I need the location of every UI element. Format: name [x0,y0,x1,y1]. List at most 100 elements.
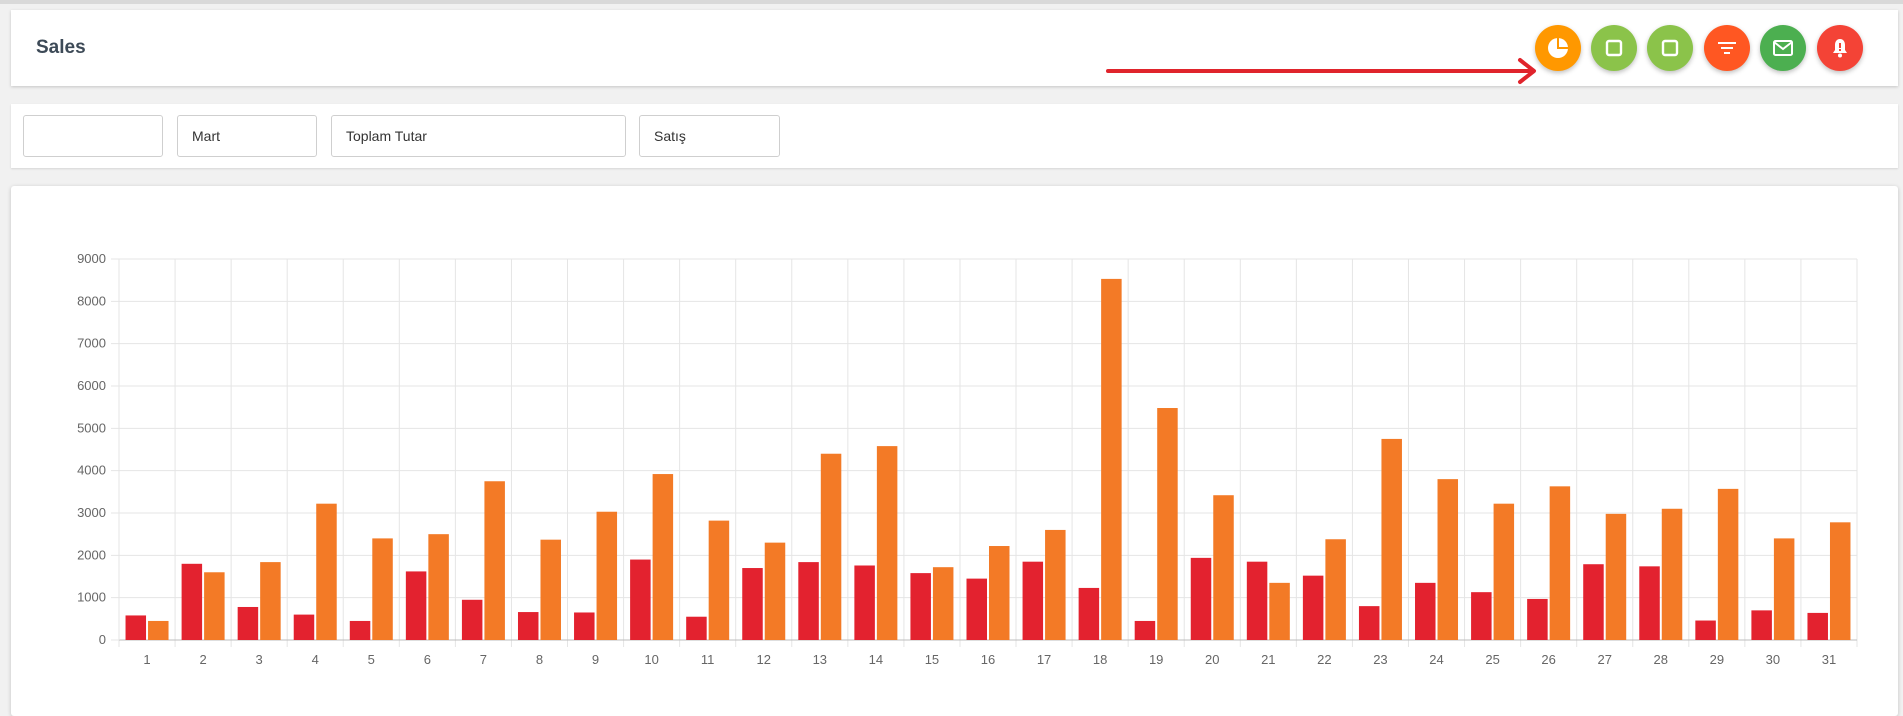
bar-series-2 [1325,539,1346,640]
x-tick-label: 9 [592,652,599,667]
x-tick-label: 17 [1037,652,1051,667]
bar-series-2 [1829,522,1851,640]
bell-alert-icon [1833,39,1847,58]
bar-series-2 [1045,529,1066,640]
bar-series-2 [484,481,505,640]
y-tick-label: 7000 [77,336,106,351]
bar-series-2 [1605,513,1627,640]
x-tick-label: 29 [1710,652,1724,667]
bar-series-2 [204,572,225,640]
x-tick-label: 28 [1654,652,1668,667]
bar-series-2 [1157,408,1178,640]
bar-series-2 [540,539,561,640]
bar-series-1 [1134,620,1156,640]
bar-series-2 [1381,438,1402,640]
pie-chart-button[interactable] [1535,25,1581,71]
x-tick-label: 15 [925,652,939,667]
month-select[interactable] [177,115,317,157]
filter-bar [11,104,1898,168]
page-title: Sales [36,37,86,58]
x-tick-label: 4 [312,652,319,667]
bar-series-1 [574,612,595,640]
bar-series-2 [596,511,618,640]
bar-series-2 [1549,486,1571,640]
bar-series-1 [1358,606,1380,640]
bar-series-1 [742,568,763,640]
bar-series-2 [148,620,169,640]
x-tick-label: 3 [256,652,263,667]
alert-button[interactable] [1817,25,1863,71]
bar-series-2 [1213,495,1234,640]
bar-series-2 [1773,538,1795,640]
bar-series-1 [1695,620,1716,640]
x-tick-label: 24 [1429,652,1443,667]
bar-series-1 [1415,582,1436,640]
bar-series-2 [989,546,1010,640]
bar-series-1 [349,620,371,640]
x-tick-label: 12 [757,652,771,667]
filter-button[interactable] [1704,25,1750,71]
x-tick-label: 2 [199,652,206,667]
bar-series-2 [764,542,786,640]
bar-series-1 [125,615,147,640]
y-tick-label: 3000 [77,505,106,520]
y-tick-label: 6000 [77,378,106,393]
bar-series-1 [1527,598,1548,640]
bar-series-2 [260,562,281,640]
mail-button[interactable] [1760,25,1806,71]
x-tick-label: 27 [1597,652,1611,667]
bar-series-2 [1101,278,1122,640]
bar-series-2 [932,567,954,640]
y-tick-label: 0 [99,632,106,647]
x-tick-label: 20 [1205,652,1219,667]
x-tick-label: 26 [1541,652,1555,667]
bar-series-1 [686,616,707,640]
bar-series-2 [372,538,393,640]
bar-series-2 [820,453,842,640]
y-tick-label: 1000 [77,590,106,605]
x-tick-label: 31 [1822,652,1836,667]
pie-chart-icon [1548,37,1569,58]
square-button-1[interactable] [1591,25,1637,71]
bar-series-2 [1661,508,1683,640]
bar-series-1 [181,563,203,640]
x-tick-label: 18 [1093,652,1107,667]
y-tick-label: 8000 [77,293,106,308]
bar-series-1 [1471,592,1492,640]
x-tick-label: 22 [1317,652,1331,667]
bar-series-1 [293,614,315,640]
type-select[interactable] [639,115,780,157]
square-icon [1605,39,1623,57]
x-tick-label: 7 [480,652,487,667]
x-tick-label: 16 [981,652,995,667]
x-tick-label: 13 [813,652,827,667]
metric-select[interactable] [331,115,626,157]
bar-series-2 [1493,503,1515,640]
x-tick-label: 1 [143,652,150,667]
bar-series-2 [652,474,674,640]
sales-bar-chart: 01000200030004000500060007000800090001 2 3… [77,251,1858,667]
bar-series-1 [1583,564,1604,640]
bar-series-1 [966,578,987,640]
x-tick-label: 25 [1485,652,1499,667]
bar-series-1 [461,599,483,640]
bar-series-1 [1022,561,1044,640]
filter-field-empty[interactable] [23,115,163,157]
x-tick-label: 14 [869,652,883,667]
x-tick-label: 21 [1261,652,1275,667]
bar-series-1 [517,612,539,640]
x-tick-label: 6 [424,652,431,667]
x-tick-label: 19 [1149,652,1163,667]
x-tick-label: 30 [1766,652,1780,667]
square-button-2[interactable] [1647,25,1693,71]
square-icon [1661,39,1679,57]
page-header: Sales [11,10,1898,86]
bar-series-1 [1807,612,1828,640]
mail-icon [1773,40,1793,56]
x-tick-label: 5 [368,652,375,667]
bar-series-1 [1078,587,1100,640]
bar-series-1 [630,559,651,640]
bar-series-2 [316,503,337,640]
y-tick-label: 9000 [77,251,106,266]
bar-series-2 [1437,479,1459,640]
